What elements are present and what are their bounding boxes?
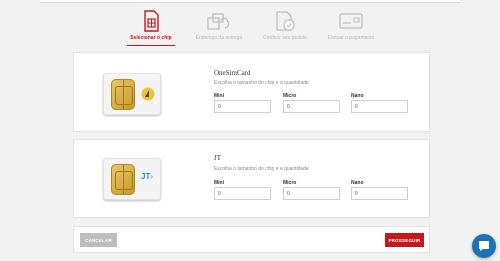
- nano-quantity-input[interactable]: [351, 187, 408, 200]
- sim-chip-icon: [111, 79, 135, 110]
- micro-field: Micro: [283, 180, 340, 200]
- nano-label: Nano: [351, 93, 364, 99]
- mini-quantity-input[interactable]: [214, 100, 271, 113]
- cancel-button[interactable]: CANCELAR: [80, 233, 117, 247]
- order-check-icon: [276, 11, 295, 31]
- step-select-chip[interactable]: Selecionar o chip: [120, 10, 182, 46]
- step-label: Selecionar o chip: [130, 35, 172, 41]
- jt-logo-icon: JT›: [141, 172, 154, 181]
- sim-card-image: JT›: [103, 158, 161, 200]
- step-label: Endereço da entrega: [195, 35, 243, 41]
- micro-quantity-input[interactable]: [283, 100, 340, 113]
- sim-chip-icon: [111, 164, 135, 195]
- mini-quantity-input[interactable]: [214, 187, 271, 200]
- sim-card-icon: [144, 10, 159, 32]
- nano-label: Nano: [351, 180, 364, 186]
- product-subtitle: Escolha o tamanho do chip e a quantidade: [214, 80, 309, 86]
- nano-quantity-input[interactable]: [351, 100, 408, 113]
- mini-field: Mini: [214, 93, 271, 113]
- chat-icon: [479, 241, 489, 251]
- product-card-onesimcard: OneSimCard Escolha o tamanho do chip e a…: [73, 52, 430, 132]
- payment-card-icon: [339, 13, 363, 29]
- step-label: Efetuar o pagamento: [327, 35, 375, 41]
- step-payment[interactable]: Efetuar o pagamento: [320, 10, 382, 41]
- product-name: OneSimCard: [214, 69, 251, 77]
- active-step-underline: [127, 45, 175, 46]
- mini-label: Mini: [214, 93, 224, 99]
- step-delivery-address[interactable]: Endereço da entrega: [188, 10, 250, 41]
- delivery-icon: [207, 13, 230, 30]
- mini-label: Mini: [214, 180, 224, 186]
- nano-field: Nano: [351, 93, 408, 113]
- sim-card-image: [103, 73, 161, 115]
- checkout-steps: Selecionar o chip Endereço da entrega Co…: [120, 10, 382, 46]
- product-card-jt: JT› JT Escolha o tamanho do chip e a qua…: [73, 139, 430, 218]
- top-strip: [40, 0, 460, 3]
- product-subtitle: Escolha o tamanho do chip e a quantidade: [214, 166, 309, 172]
- product-name: JT: [214, 154, 221, 162]
- jt-logo-text: JT: [141, 172, 151, 181]
- onesimcard-logo-icon: [141, 87, 155, 101]
- step-review-order[interactable]: Conferir seu pedido: [254, 10, 316, 41]
- micro-label: Micro: [283, 93, 297, 99]
- proceed-button[interactable]: PROSSEGUIR: [385, 233, 424, 247]
- nano-field: Nano: [351, 180, 408, 200]
- micro-field: Micro: [283, 93, 340, 113]
- mini-field: Mini: [214, 180, 271, 200]
- micro-label: Micro: [283, 180, 297, 186]
- chat-button[interactable]: [472, 234, 496, 258]
- micro-quantity-input[interactable]: [283, 187, 340, 200]
- action-bar: CANCELAR PROSSEGUIR: [73, 226, 430, 253]
- step-label: Conferir seu pedido: [263, 35, 307, 41]
